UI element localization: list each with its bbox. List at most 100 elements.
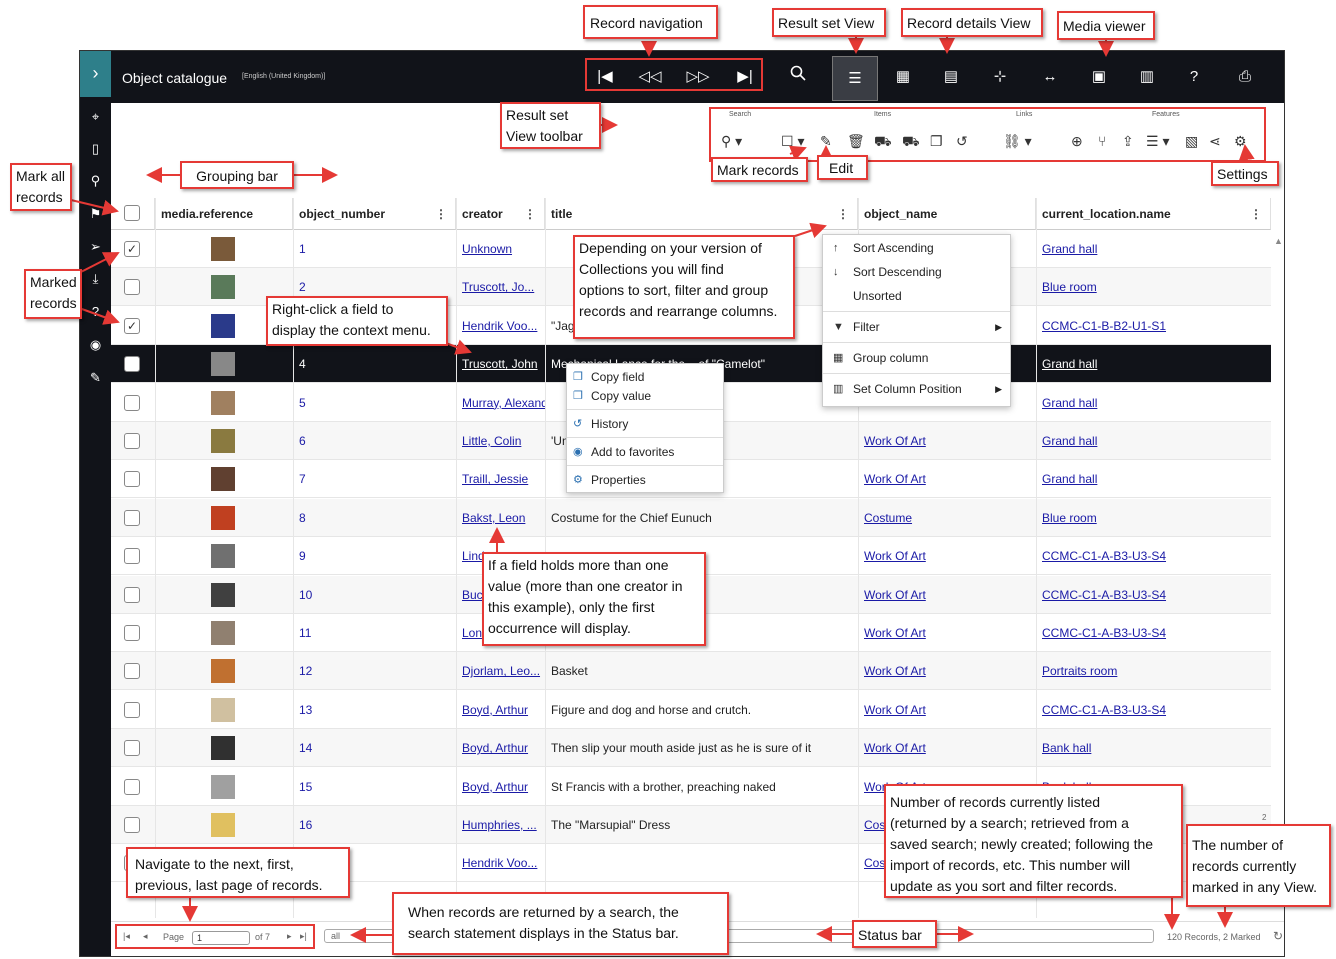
mark-record-checkbox[interactable] xyxy=(124,471,140,488)
next-page-icon[interactable]: ▸ xyxy=(287,931,292,942)
page-number-input[interactable]: 1 xyxy=(192,931,250,945)
location-value[interactable]: CCMC-C1-A-B3-U3-S4 xyxy=(1042,549,1166,563)
creator-value[interactable]: Lon xyxy=(462,626,482,640)
help-circle-icon[interactable]: ? xyxy=(80,301,111,323)
location-value[interactable]: Blue room xyxy=(1042,511,1097,525)
column-header-title[interactable]: title ⋮ xyxy=(545,198,858,230)
mark-record-checkbox[interactable] xyxy=(124,433,140,449)
refresh-icon[interactable]: ↻ xyxy=(1273,929,1283,943)
expand-sidebar-button[interactable]: › xyxy=(80,51,111,97)
table-row[interactable]: 14 Boyd, Arthur Then slip your mouth aside… xyxy=(111,729,1271,768)
list-dropdown-button[interactable]: ☰ ▾ xyxy=(1146,133,1169,150)
object-name-value[interactable]: Work Of Art xyxy=(864,741,926,755)
group-column-item[interactable]: ▦ Group column xyxy=(823,347,1010,369)
last-page-icon[interactable]: ▸| xyxy=(300,931,307,942)
search-dropdown-button[interactable]: ⚲ ▾ xyxy=(721,133,742,150)
creator-value[interactable]: Unknown xyxy=(462,242,512,256)
location-value[interactable]: CCMC-C1-A-B3-U3-S4 xyxy=(1042,703,1166,717)
media-viewer-button[interactable]: ▣ xyxy=(1079,59,1119,95)
copy-value-item[interactable]: ❐ Copy value xyxy=(567,385,723,407)
result-set-view-button[interactable]: ☰ xyxy=(832,56,878,101)
object-name-value[interactable]: Costume xyxy=(864,511,912,525)
media-thumbnail[interactable] xyxy=(211,352,235,377)
zoom-in-icon[interactable]: ⊕ xyxy=(1071,133,1083,150)
location-value[interactable]: Grand hall xyxy=(1042,434,1097,448)
media-thumbnail[interactable] xyxy=(211,736,235,761)
sort-ascending-item[interactable]: ↑ Sort Ascending xyxy=(823,237,1010,259)
media-thumbnail[interactable] xyxy=(211,467,235,492)
location-value[interactable]: Bank hall xyxy=(1042,741,1091,755)
table-row[interactable]: 13 Boyd, Arthur Figure and dog and horse a… xyxy=(111,691,1271,729)
unsorted-item[interactable]: Unsorted xyxy=(823,285,1010,307)
media-thumbnail[interactable] xyxy=(211,505,235,530)
mark-record-checkbox[interactable] xyxy=(124,740,140,757)
creator-value[interactable]: Boyd, Arthur xyxy=(462,780,528,794)
previous-page-icon[interactable]: ◂ xyxy=(143,931,148,942)
column-header-creator[interactable]: creator ⋮ xyxy=(456,198,545,230)
print-button[interactable]: ⎙ xyxy=(1225,59,1265,95)
mark-record-checkbox[interactable] xyxy=(124,817,140,833)
help-button[interactable]: ? xyxy=(1174,59,1214,95)
export-icon[interactable]: ⇪ xyxy=(1122,133,1134,150)
media-thumbnail[interactable] xyxy=(211,582,235,607)
object-name-value[interactable]: Cos xyxy=(864,818,885,832)
media-thumbnail[interactable] xyxy=(211,237,235,261)
hierarchy-view-button[interactable]: ⊹ xyxy=(980,59,1020,95)
properties-item[interactable]: ⚙ Properties xyxy=(567,469,723,491)
link-dropdown-button[interactable]: ⛓ ▾ xyxy=(1003,133,1032,150)
creator-value[interactable]: Djorlam, Leo... xyxy=(462,664,540,678)
location-value[interactable]: Blue room xyxy=(1042,280,1097,294)
media-thumbnail[interactable] xyxy=(211,659,235,684)
table-row[interactable]: 8 Bakst, Leon Costume for the Chief Eunuch… xyxy=(111,498,1271,537)
column-header-object-name[interactable]: object_name xyxy=(858,198,1036,230)
target-icon[interactable]: ⌖ xyxy=(80,106,111,128)
first-record-button[interactable]: |◀ xyxy=(585,59,625,95)
media-thumbnail[interactable] xyxy=(211,390,235,415)
branch-icon[interactable]: ⑂ xyxy=(1098,133,1106,149)
mark-record-checkbox[interactable] xyxy=(124,701,140,718)
delete-icon[interactable]: 🗑 xyxy=(847,133,865,150)
user-icon[interactable]: ◉ xyxy=(80,334,111,356)
grid-view-button[interactable]: ▦ xyxy=(883,59,923,95)
mark-all-checkbox[interactable] xyxy=(124,205,140,221)
creator-value[interactable]: Truscott, Jo... xyxy=(462,280,534,294)
expand-width-button[interactable]: ↔ xyxy=(1030,59,1070,95)
creator-value[interactable]: Little, Colin xyxy=(462,434,521,448)
mark-record-checkbox[interactable] xyxy=(124,356,140,373)
column-menu-icon[interactable]: ⋮ xyxy=(1250,198,1262,230)
search-button[interactable] xyxy=(778,59,818,95)
mark-record-checkbox[interactable] xyxy=(124,394,140,411)
cart-add-icon[interactable]: ⛟ xyxy=(902,133,920,152)
scroll-up-arrow-icon[interactable]: ▲ xyxy=(1274,236,1283,246)
column-menu-icon[interactable]: ⋮ xyxy=(524,198,536,230)
location-value[interactable]: Grand hall xyxy=(1042,472,1097,486)
media-thumbnail[interactable] xyxy=(211,275,235,300)
media-thumbnail[interactable] xyxy=(211,313,235,338)
creator-value[interactable]: Murray, Alexander xyxy=(462,396,545,410)
creator-value[interactable]: Truscott, John xyxy=(462,357,538,371)
download-icon[interactable]: ⤓ xyxy=(80,268,111,290)
add-to-favorites-item[interactable]: ◉ Add to favorites xyxy=(567,441,723,463)
column-header-object-number[interactable]: object_number ⋮ xyxy=(293,198,456,230)
mark-record-checkbox[interactable] xyxy=(124,548,140,565)
edit-icon[interactable]: ✎ xyxy=(820,133,832,150)
mark-record-checkbox[interactable] xyxy=(124,279,140,296)
mark-record-checkbox[interactable]: ✓ xyxy=(124,317,140,334)
location-value[interactable]: Portraits room xyxy=(1042,664,1117,678)
object-name-value[interactable]: Work Of Art xyxy=(864,703,926,717)
location-value[interactable]: CCMC-C1-A-B3-U3-S4 xyxy=(1042,626,1166,640)
mark-record-checkbox[interactable] xyxy=(124,663,140,680)
creator-value[interactable]: Boyd, Arthur xyxy=(462,741,528,755)
creator-value[interactable]: Buc xyxy=(462,588,483,602)
media-thumbnail[interactable] xyxy=(211,621,235,645)
search-icon[interactable]: ⚲ xyxy=(80,170,111,192)
set-column-position-item[interactable]: ▥ Set Column Position ▶ xyxy=(823,378,1010,400)
first-page-icon[interactable]: |◂ xyxy=(123,931,130,942)
location-value[interactable]: CCMC-C1-A-B3-U3-S4 xyxy=(1042,588,1166,602)
media-thumbnail[interactable] xyxy=(211,544,235,569)
mark-record-checkbox[interactable] xyxy=(124,586,140,603)
column-header-media[interactable]: media.reference xyxy=(155,198,293,230)
object-name-value[interactable]: Work Of Art xyxy=(864,472,926,486)
history-icon[interactable]: ↺ xyxy=(956,133,968,150)
object-name-value[interactable]: Cos xyxy=(864,856,885,870)
